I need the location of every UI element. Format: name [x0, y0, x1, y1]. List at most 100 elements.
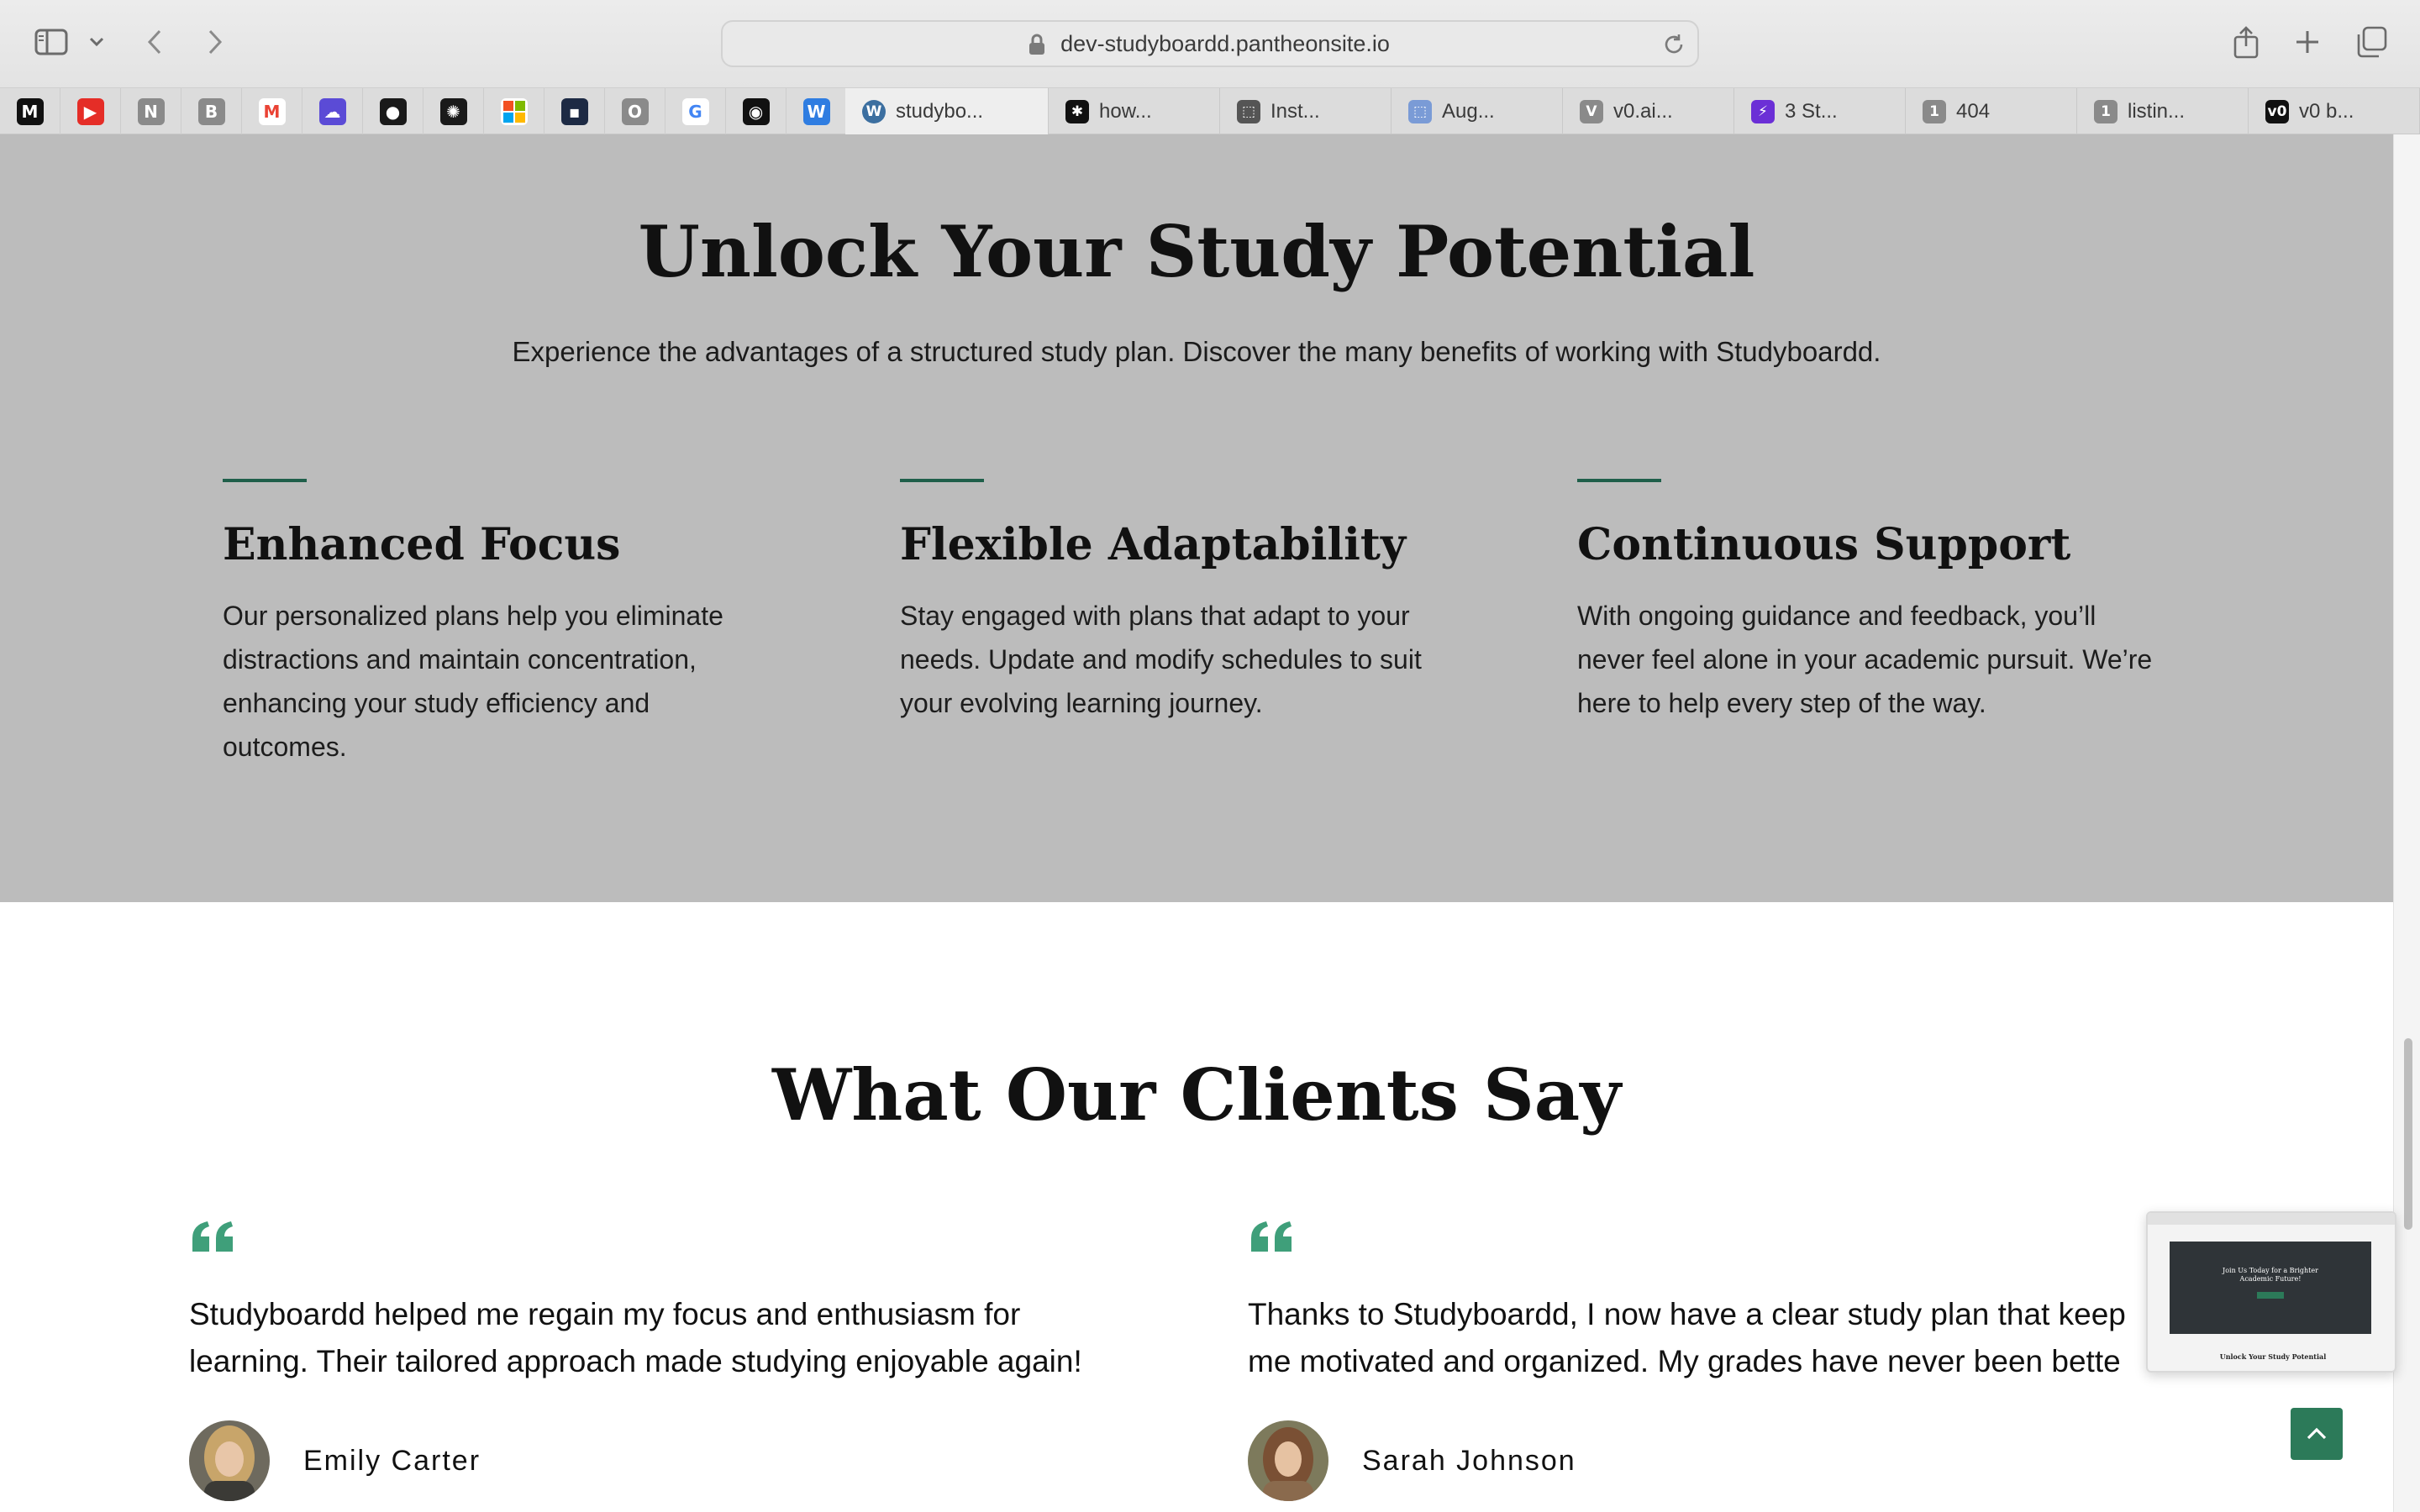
chevron-down-icon[interactable] [84, 29, 109, 55]
pinned-tab[interactable]: M [242, 88, 302, 135]
preview-section-title: Unlock Your Study Potential [2219, 1352, 2327, 1361]
feature-divider [1577, 479, 1661, 482]
feature-continuous-support: Continuous Support With ongoing guidance… [1577, 479, 2165, 725]
browser-tab[interactable]: ✱ how... [1049, 88, 1220, 135]
feature-text: With ongoing guidance and feedback, you’… [1577, 601, 2153, 718]
reload-icon[interactable] [1662, 33, 1686, 60]
testimonial-card: Thanks to Studyboardd, I now have a clea… [1248, 1218, 2141, 1501]
pinned-tab[interactable]: ▶ [60, 88, 121, 135]
benefits-section: Unlock Your Study Potential Experience t… [0, 134, 2393, 902]
testimonial-author: Emily Carter [189, 1420, 1197, 1501]
tab-label: how... [1099, 100, 1152, 123]
testimonial-line: learning. Their tailored approach made s… [189, 1344, 1082, 1378]
testimonial-author: Sarah Johnson [1248, 1420, 2141, 1501]
scrollbar[interactable] [2393, 134, 2420, 1512]
perplexity-icon: ✱ [1065, 100, 1089, 123]
tab-label: 404 [1956, 100, 1991, 123]
url-text[interactable]: dev-studyboardd.pantheonsite.io [723, 22, 1697, 66]
cloud-icon: ☁ [318, 98, 346, 125]
camera-icon: ◉ [742, 98, 770, 125]
browser-tab[interactable]: Wstudybo... [845, 88, 1049, 135]
benefits-subtitle: Experience the advantages of a structure… [512, 336, 1881, 367]
pinned-tab[interactable]: G [666, 88, 726, 135]
browser-tab[interactable]: Vv0.ai... [1563, 88, 1734, 135]
pinned-tab[interactable]: ● [363, 88, 424, 135]
pinned-tab[interactable]: N [121, 88, 182, 135]
tab-label: studybo... [896, 100, 984, 123]
scrollbar-thumb[interactable] [2404, 1038, 2412, 1230]
bot-icon: ⬚ [1408, 100, 1432, 123]
preview-hero-text: Join Us Today for a Brighter Academic Fu… [2223, 1267, 2318, 1283]
wordpress-icon: W [862, 100, 886, 123]
tab-bar: M ▶ N B M ☁ ● ✺ ▪ O G ◉ W Wstudybo... ✱ how... ⬚ Inst...… [0, 87, 2420, 135]
tab-label: 3 St... [1785, 100, 1838, 123]
tab-label: Inst... [1270, 100, 1320, 123]
page-viewport: Unlock Your Study Potential Experience t… [0, 134, 2420, 1512]
pinned-tab[interactable]: ☁ [302, 88, 363, 135]
sidebar-toggle-icon[interactable] [32, 25, 71, 59]
youtube-icon: ▶ [76, 98, 104, 125]
back-arrow-icon[interactable] [139, 25, 170, 59]
preview-toolbar [2148, 1213, 2395, 1225]
quote-icon [1251, 1221, 1292, 1252]
pinned-tab[interactable] [484, 88, 544, 135]
feature-text: Stay engaged with plans that adapt to yo… [900, 601, 1422, 718]
w-icon: W [802, 98, 830, 125]
pinned-tabs: M ▶ N B M ☁ ● ✺ ▪ O G ◉ W [0, 88, 847, 135]
feature-title: Flexible Adaptability [900, 519, 1407, 570]
testimonials-title: What Our Clients Say [771, 1053, 1622, 1137]
chevron-up-icon [2307, 1427, 2327, 1440]
pinned-tab[interactable]: O [605, 88, 666, 135]
v0-icon: v0 [2265, 100, 2289, 123]
avatar [189, 1420, 270, 1501]
microsoft-icon [500, 98, 528, 125]
lightning-icon: ⚡ [1751, 100, 1775, 123]
address-bar[interactable]: dev-studyboardd.pantheonsite.io [721, 20, 1699, 67]
gmail-icon: M [258, 98, 286, 125]
browser-tab[interactable]: 1 404 [1906, 88, 2077, 135]
testimonial-text: Studyboardd helped me regain my focus an… [189, 1291, 1197, 1385]
medium-icon: M [16, 98, 44, 125]
testimonial-line: me motivated and organized. My grades ha… [1248, 1344, 2121, 1378]
tab-label: Aug... [1442, 100, 1495, 123]
browser-toolbar: dev-studyboardd.pantheonsite.io [0, 0, 2420, 87]
forward-arrow-icon[interactable] [200, 25, 230, 59]
testimonial-text: Thanks to Studyboardd, I now have a clea… [1248, 1291, 2141, 1385]
n-icon: N [137, 98, 165, 125]
testimonial-card: Studyboardd helped me regain my focus an… [189, 1218, 1197, 1501]
back-to-top-button[interactable] [2291, 1408, 2343, 1460]
browser-tab[interactable]: ⚡ 3 St... [1734, 88, 1906, 135]
openai-icon: ✺ [439, 98, 467, 125]
pinned-tab[interactable]: ✺ [424, 88, 484, 135]
pinned-tab[interactable]: M [0, 88, 60, 135]
pinned-tab[interactable]: W [786, 88, 847, 135]
feature-flexible-adaptability: Flexible Adaptability Stay engaged with … [900, 479, 1488, 725]
window-preview-thumbnail[interactable]: Join Us Today for a Brighter Academic Fu… [2146, 1211, 2396, 1373]
feature-enhanced-focus: Enhanced Focus Our personalized plans he… [223, 479, 811, 769]
one-icon: 1 [2094, 100, 2118, 123]
pinned-tab[interactable]: B [182, 88, 242, 135]
tab-label: v0.ai... [1613, 100, 1673, 123]
v-icon: V [1580, 100, 1603, 123]
browser-tab[interactable]: ⬚ Aug... [1392, 88, 1563, 135]
tab-overview-icon[interactable] [2353, 24, 2390, 60]
browser-tab[interactable]: 1 listin... [2077, 88, 2249, 135]
feature-text: Our personalized plans help you eliminat… [223, 601, 723, 762]
github-icon: ● [379, 98, 407, 125]
browser-tab[interactable]: v0 v0 b... [2249, 88, 2420, 135]
feature-title: Continuous Support [1577, 519, 2071, 570]
feature-divider [900, 479, 984, 482]
share-icon[interactable] [2228, 22, 2264, 62]
dark-square-icon: ▪ [560, 98, 588, 125]
pinned-tab[interactable]: ◉ [726, 88, 786, 135]
one-icon: 1 [1923, 100, 1946, 123]
open-tabs: Wstudybo... ✱ how... ⬚ Inst... ⬚ Aug... Vv0.ai.… [845, 88, 2420, 135]
new-tab-icon[interactable] [2291, 25, 2324, 59]
testimonials-section: What Our Clients Say Studyboardd helped … [0, 902, 2393, 1512]
browser-tab[interactable]: ⬚ Inst... [1220, 88, 1392, 135]
benefits-title: Unlock Your Study Potential [638, 210, 1755, 293]
testimonial-line: Thanks to Studyboardd, I now have a clea… [1248, 1297, 2126, 1331]
scan-icon: ⬚ [1237, 100, 1260, 123]
o-icon: O [621, 98, 649, 125]
pinned-tab[interactable]: ▪ [544, 88, 605, 135]
